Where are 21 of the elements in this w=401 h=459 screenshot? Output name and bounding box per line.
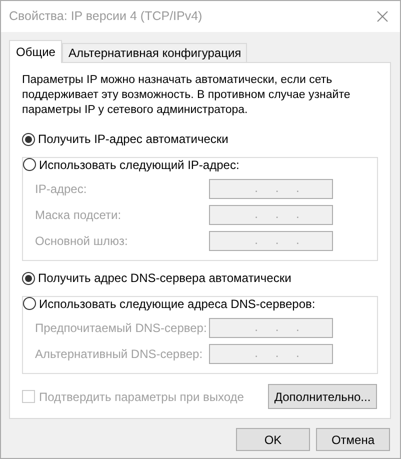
field-label: IP-адрес: <box>35 181 88 198</box>
description-text: Параметры IP можно назначать автоматически, если сеть поддерживает эту возможность. В противном случае узнайте параметры IP у сетевого администратора. <box>22 73 352 118</box>
dialog-button[interactable]: OK <box>236 428 310 451</box>
radio-option[interactable]: Получить IP-адрес автоматически <box>22 132 228 146</box>
radio-icon[interactable] <box>22 132 35 146</box>
radio-icon[interactable] <box>23 158 36 171</box>
radio-option[interactable]: Использовать следующие адреса DNS-серверов: <box>23 296 316 310</box>
radio-option[interactable]: Получить адрес DNS-сервера автоматически <box>22 271 292 285</box>
field-label: Маска подсети: <box>35 207 122 224</box>
radio-icon[interactable] <box>22 272 35 284</box>
field-label: Предпочитаемый DNS-сервер: <box>35 320 208 337</box>
radio-icon[interactable] <box>23 297 36 310</box>
tab[interactable]: Альтернативная конфигурация <box>62 43 248 62</box>
dialog-button[interactable]: Отмена <box>316 428 390 451</box>
field-label: Основной шлюз: <box>35 233 129 250</box>
radio-option[interactable]: Использовать следующий IP-адрес: <box>23 158 240 172</box>
window-title: Свойства: IP версии 4 (TCP/IPv4) <box>9 8 202 26</box>
tab[interactable]: Общие <box>9 40 62 63</box>
field-label: Альтернативный DNS-сервер: <box>35 346 204 363</box>
advanced-button[interactable]: Дополнительно... <box>268 384 377 409</box>
close-icon[interactable] <box>377 11 388 22</box>
